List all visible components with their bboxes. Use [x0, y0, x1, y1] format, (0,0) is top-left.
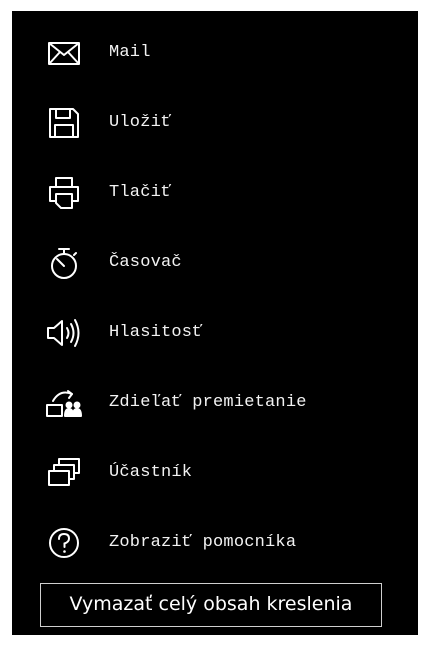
menu-item-share-screen[interactable]: Zdieľať premietanie — [12, 375, 418, 431]
menu-item-label: Uložiť — [109, 113, 172, 132]
menu-item-save[interactable]: Uložiť — [12, 95, 418, 151]
print-icon — [44, 173, 84, 213]
menu-item-label: Zobraziť pomocníka — [109, 533, 297, 552]
clear-drawing-button[interactable]: Vymazať celý obsah kreslenia — [40, 583, 382, 627]
menu-item-label: Účastník — [109, 463, 193, 482]
menu-item-label: Časovač — [109, 253, 182, 272]
menu-item-participant[interactable]: Účastník — [12, 445, 418, 501]
menu-item-help[interactable]: Zobraziť pomocníka — [12, 515, 418, 571]
participant-icon — [44, 453, 84, 493]
menu-item-label: Tlačiť — [109, 183, 172, 202]
help-icon — [44, 523, 84, 563]
menu-item-timer[interactable]: Časovač — [12, 235, 418, 291]
menu-item-label: Zdieľať premietanie — [109, 393, 307, 412]
volume-icon — [44, 313, 84, 353]
mail-icon — [44, 33, 84, 73]
save-icon — [44, 103, 84, 143]
share-screen-icon — [44, 383, 84, 423]
menu-item-print[interactable]: Tlačiť — [12, 165, 418, 221]
timer-icon — [44, 243, 84, 283]
menu-item-volume[interactable]: Hlasitosť — [12, 305, 418, 361]
menu-item-mail[interactable]: Mail — [12, 25, 418, 81]
menu-item-label: Mail — [109, 43, 151, 62]
menu-item-label: Hlasitosť — [109, 323, 203, 342]
menu-panel: Mail Uložiť Tlačiť Časovač Hlasitosť Zdi… — [12, 11, 418, 635]
